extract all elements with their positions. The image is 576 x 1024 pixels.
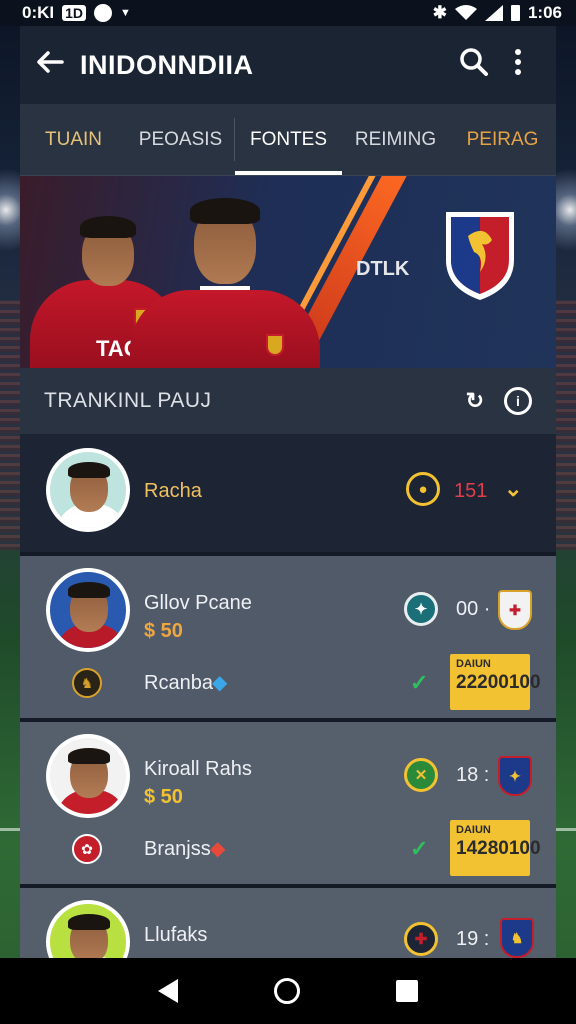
player-price: $ 50 — [144, 620, 183, 642]
club-name: Rcanba — [144, 672, 213, 694]
team-logo-icon: ✕ — [404, 758, 438, 792]
player-name: Gllov Pcane — [144, 592, 252, 614]
info-icon[interactable]: i — [504, 387, 532, 415]
player-row[interactable]: Llufaks ✚ 19 : ♞ — [20, 888, 556, 958]
club-badge-icon: ✿ — [72, 834, 102, 864]
chevron-down-icon[interactable]: ⌄ — [504, 476, 522, 502]
avatar — [46, 448, 130, 532]
avatar-hair — [68, 582, 110, 598]
player-score: 151 — [454, 480, 488, 502]
team-crest-icon — [446, 212, 514, 300]
player-hair — [190, 198, 260, 224]
team-logo-icon: ✚ — [404, 922, 438, 956]
player-name: Racha — [144, 480, 202, 502]
tab-reiming[interactable]: REIMING — [342, 104, 449, 175]
club-crest-icon: ✚ — [498, 590, 532, 630]
section-header: TRANKINL PAUJ ↻ i — [20, 368, 556, 434]
club-crest-icon: ♞ — [500, 918, 534, 958]
search-icon[interactable] — [452, 47, 496, 84]
nav-recents-icon[interactable] — [396, 980, 418, 1002]
tab-peirag[interactable]: PEIRAG — [449, 104, 556, 175]
player-name: Llufaks — [144, 924, 208, 946]
player-image-right — [130, 188, 320, 368]
app-window: INIDONNDIIA TUAIN PEOASIS FONTES REIMING… — [20, 26, 556, 958]
check-icon: ✓ — [410, 670, 429, 695]
status-badge: 1D — [62, 5, 87, 21]
tab-peoasis[interactable]: PEOASIS — [127, 104, 234, 175]
wifi-icon — [454, 5, 477, 20]
player-hair — [80, 216, 136, 238]
club-crest-icon: ✦ — [498, 756, 532, 796]
player-name: Kiroall Rahs — [144, 758, 252, 780]
check-icon: ✓ — [410, 836, 429, 861]
value-label: DAIUN — [456, 658, 491, 670]
value-box[interactable]: DAIUN 14280100 — [450, 820, 541, 876]
player-score: 00 · — [456, 598, 491, 620]
value-amount: 14280100 — [456, 838, 541, 859]
signal-icon — [484, 5, 503, 21]
avatar — [46, 568, 130, 652]
player-score: 18 : — [456, 764, 490, 786]
value-box[interactable]: DAIUN 22200100 — [450, 654, 541, 710]
avatar — [46, 734, 130, 818]
club-badge-icon: ♞ — [72, 668, 102, 698]
notification-icon — [94, 4, 113, 22]
tab-bar: TUAIN PEOASIS FONTES REIMING PEIRAG — [20, 104, 556, 176]
avatar-hair — [68, 914, 110, 930]
droplet-icon: ◆ — [212, 672, 228, 694]
nav-home-icon[interactable] — [274, 978, 300, 1004]
section-title: TRANKINL PAUJ — [44, 389, 212, 412]
more-vertical-icon[interactable] — [496, 48, 540, 82]
avatar-hair — [68, 462, 110, 478]
club-badge-icon — [266, 334, 284, 356]
player-shirt — [130, 290, 320, 368]
player-collar — [200, 286, 250, 290]
top-app-bar: INIDONNDIIA — [20, 26, 556, 104]
player-price: $ 50 — [144, 786, 183, 808]
status-bar: 0:KI 1D ▼ ✱ 1:06 — [0, 0, 576, 26]
player-row[interactable]: Kiroall Rahs $ 50 ✕ 18 : ✦ ✿ Branjss ◆ ✓… — [20, 722, 556, 888]
banner-text: DTLK — [356, 258, 410, 280]
avatar — [46, 900, 130, 958]
club-name: Branjss — [144, 838, 211, 860]
value-label: DAIUN — [456, 824, 491, 836]
page-title: INIDONNDIIA — [80, 49, 254, 80]
battery-icon — [510, 5, 520, 21]
arrow-left-icon[interactable] — [36, 48, 80, 82]
avatar-hair — [68, 748, 110, 764]
status-text: 0:KI — [22, 3, 55, 22]
player-score: 19 : — [456, 928, 490, 950]
player-row[interactable]: Racha ● 151 ⌄ — [20, 434, 556, 556]
clock: 1:06 — [527, 3, 562, 22]
team-logo-icon: ✦ — [404, 592, 438, 626]
bluetooth-icon: ✱ — [432, 3, 447, 22]
dropdown-icon: ▼ — [120, 7, 131, 19]
tab-tuain[interactable]: TUAIN — [20, 104, 127, 175]
player-row[interactable]: Gllov Pcane $ 50 ✦ 00 · ✚ ♞ Rcanba ◆ ✓ D… — [20, 556, 556, 722]
tab-fontes[interactable]: FONTES — [235, 104, 342, 175]
droplet-icon: ◆ — [210, 838, 226, 860]
system-nav-bar — [0, 958, 576, 1024]
refresh-icon[interactable]: ↻ — [466, 388, 484, 414]
value-amount: 22200100 — [456, 672, 541, 693]
hero-banner[interactable]: TAG DTLK — [20, 176, 556, 368]
location-icon: ● — [406, 472, 440, 506]
nav-back-icon[interactable] — [158, 979, 178, 1003]
